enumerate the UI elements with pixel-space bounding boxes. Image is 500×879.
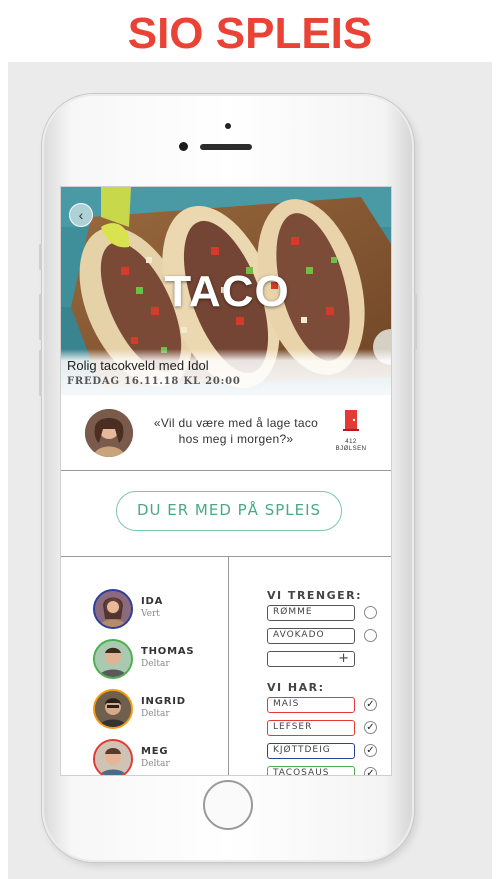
hero-title: TACO — [164, 267, 290, 316]
cta-row: DU ER MED PÅ SPLEIS — [61, 471, 391, 557]
event-name: Rolig tacokveld med Idol — [67, 358, 209, 373]
joined-spleis-button[interactable]: DU ER MED PÅ SPLEIS — [116, 491, 342, 531]
participant-name: IDA — [141, 596, 164, 607]
avatar-image — [95, 591, 131, 627]
avatar — [93, 589, 133, 629]
have-item-mais[interactable]: MAIS — [267, 697, 355, 713]
page-title: SIO SPLEIS — [127, 9, 373, 58]
column-divider — [228, 557, 229, 775]
participant-name: INGRID — [141, 696, 186, 707]
host-row: «Vil du være med å lage taco hos meg i m… — [61, 395, 391, 471]
needs-heading: VI TRENGER: — [267, 589, 363, 602]
participant-meg[interactable]: MEG Deltar — [93, 739, 223, 775]
check-icon[interactable]: ✓ — [364, 744, 377, 757]
plus-icon[interactable]: + — [338, 652, 350, 665]
participant-name: MEG — [141, 746, 169, 757]
participant-role: Deltar — [141, 659, 170, 669]
have-item-kjottdeig[interactable]: KJØTTDEIG — [267, 743, 355, 759]
avatar — [93, 689, 133, 729]
need-checkbox[interactable] — [364, 606, 377, 619]
power-button — [414, 294, 417, 350]
door-address: 412 BJØLSEN — [333, 439, 369, 453]
host-avatar[interactable] — [85, 409, 133, 457]
volume-down-button — [39, 350, 42, 396]
chevron-left-icon: ‹ — [78, 207, 84, 223]
need-checkbox[interactable] — [364, 629, 377, 642]
avatar-image — [95, 741, 131, 775]
participant-ida[interactable]: IDA Vert — [93, 589, 223, 633]
check-icon[interactable]: ✓ — [364, 767, 377, 775]
app-screen: ‹ TACO Rolig tacokveld med Idol FREDAG 1… — [60, 186, 392, 776]
check-icon[interactable]: ✓ — [364, 698, 377, 711]
add-need-field[interactable]: + — [267, 651, 355, 667]
event-date: FREDAG 16.11.18 KL 20:00 — [67, 376, 241, 387]
door-icon[interactable] — [343, 409, 359, 431]
host-quote: «Vil du være med å lage taco hos meg i m… — [153, 416, 319, 446]
avatar-image — [95, 691, 131, 727]
avatar-image — [95, 641, 131, 677]
participant-thomas[interactable]: THOMAS Deltar — [93, 639, 223, 683]
have-item-tacosaus[interactable]: TACOSAUS — [267, 766, 355, 775]
home-button[interactable] — [203, 780, 253, 830]
avatar — [93, 639, 133, 679]
participant-role: Deltar — [141, 759, 170, 769]
participant-name: THOMAS — [141, 646, 195, 657]
have-item-lefser[interactable]: LEFSER — [267, 720, 355, 736]
participant-role: Vert — [141, 609, 160, 619]
back-button[interactable]: ‹ — [69, 203, 93, 227]
door-street: BJØLSEN — [335, 446, 367, 452]
participant-ingrid[interactable]: INGRID Deltar — [93, 689, 223, 733]
volume-up-button — [39, 294, 42, 340]
earpiece-speaker — [200, 144, 252, 150]
need-item-romme[interactable]: RØMME — [267, 605, 355, 621]
phone-frame: ‹ TACO Rolig tacokveld med Idol FREDAG 1… — [39, 94, 417, 862]
door-number: 412 — [345, 439, 357, 445]
proximity-sensor — [225, 123, 231, 129]
check-icon[interactable]: ✓ — [364, 721, 377, 734]
need-item-avokado[interactable]: AVOKADO — [267, 628, 355, 644]
host-avatar-image — [85, 409, 133, 457]
haves-heading: VI HAR: — [267, 681, 325, 694]
participant-role: Deltar — [141, 709, 170, 719]
mute-switch — [39, 244, 42, 270]
front-camera — [179, 142, 188, 151]
hero-image: ‹ TACO Rolig tacokveld med Idol FREDAG 1… — [61, 187, 391, 395]
avatar — [93, 739, 133, 775]
